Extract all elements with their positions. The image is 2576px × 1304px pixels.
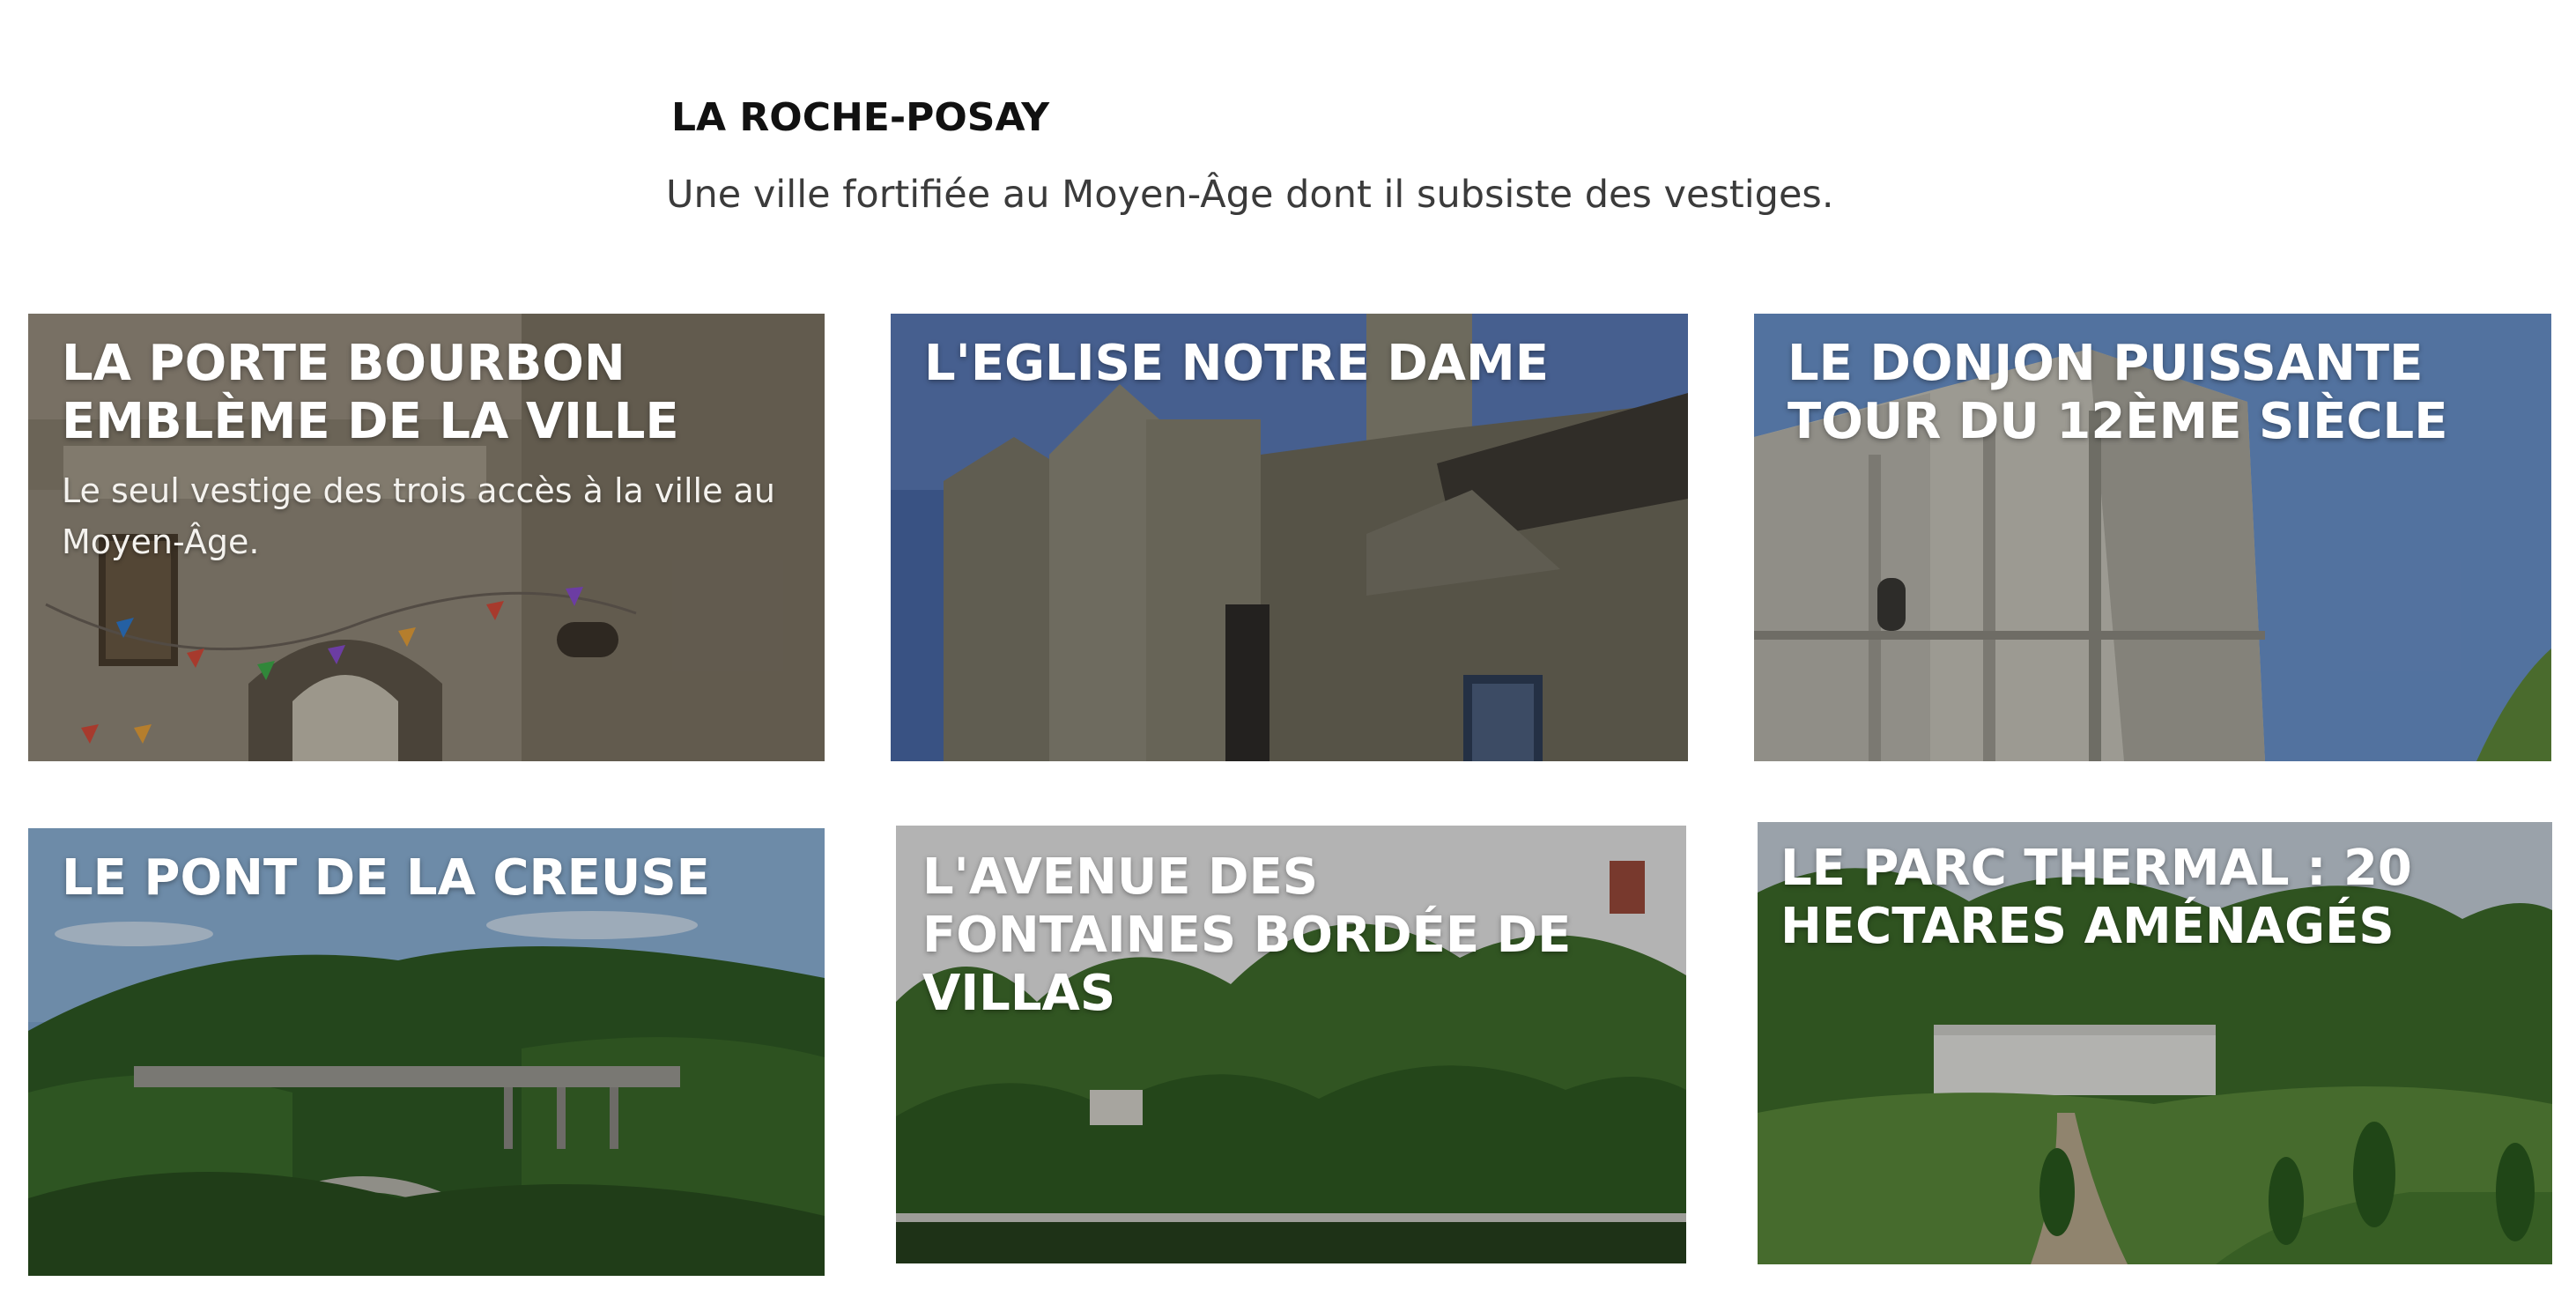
card-text: LE PONT DE LA CREUSE [62, 849, 798, 908]
card-text: LA PORTE BOURBON EMBLÈME DE LA VILLE Le … [62, 335, 798, 567]
card-eglise-notre-dame[interactable]: L'EGLISE NOTRE DAME [891, 314, 1688, 761]
card-text: L'AVENUE DES FONTAINES BORDÉE DE VILLAS [922, 848, 1660, 1023]
card-avenue-des-fontaines[interactable]: L'AVENUE DES FONTAINES BORDÉE DE VILLAS [896, 826, 1686, 1263]
page-title: LA ROCHE-POSAY [671, 95, 1050, 140]
card-donjon[interactable]: LE DONJON PUISSANTE TOUR DU 12ÈME SIÈCLE [1754, 314, 2551, 761]
card-title: LE DONJON PUISSANTE TOUR DU 12ÈME SIÈCLE [1788, 335, 2448, 450]
card-title: LE PONT DE LA CREUSE [62, 849, 710, 907]
card-text: LE DONJON PUISSANTE TOUR DU 12ÈME SIÈCLE [1788, 335, 2525, 451]
card-text: LE PARC THERMAL : 20 HECTARES AMÉNAGÉS [1780, 840, 2526, 956]
card-title: L'AVENUE DES FONTAINES BORDÉE DE VILLAS [922, 848, 1572, 1022]
card-title: L'EGLISE NOTRE DAME [924, 335, 1549, 392]
card-description: Le seul vestige des trois accès à la vil… [62, 471, 775, 561]
card-title: LA PORTE BOURBON EMBLÈME DE LA VILLE [62, 335, 679, 450]
card-pont-de-la-creuse[interactable]: LE PONT DE LA CREUSE [28, 828, 825, 1276]
page-subtitle: Une ville fortifiée au Moyen-Âge dont il… [666, 173, 1834, 217]
card-parc-thermal[interactable]: LE PARC THERMAL : 20 HECTARES AMÉNAGÉS [1758, 822, 2552, 1264]
card-text: L'EGLISE NOTRE DAME [924, 335, 1662, 393]
card-title: LE PARC THERMAL : 20 HECTARES AMÉNAGÉS [1780, 840, 2412, 955]
card-porte-bourbon[interactable]: LA PORTE BOURBON EMBLÈME DE LA VILLE Le … [28, 314, 825, 761]
